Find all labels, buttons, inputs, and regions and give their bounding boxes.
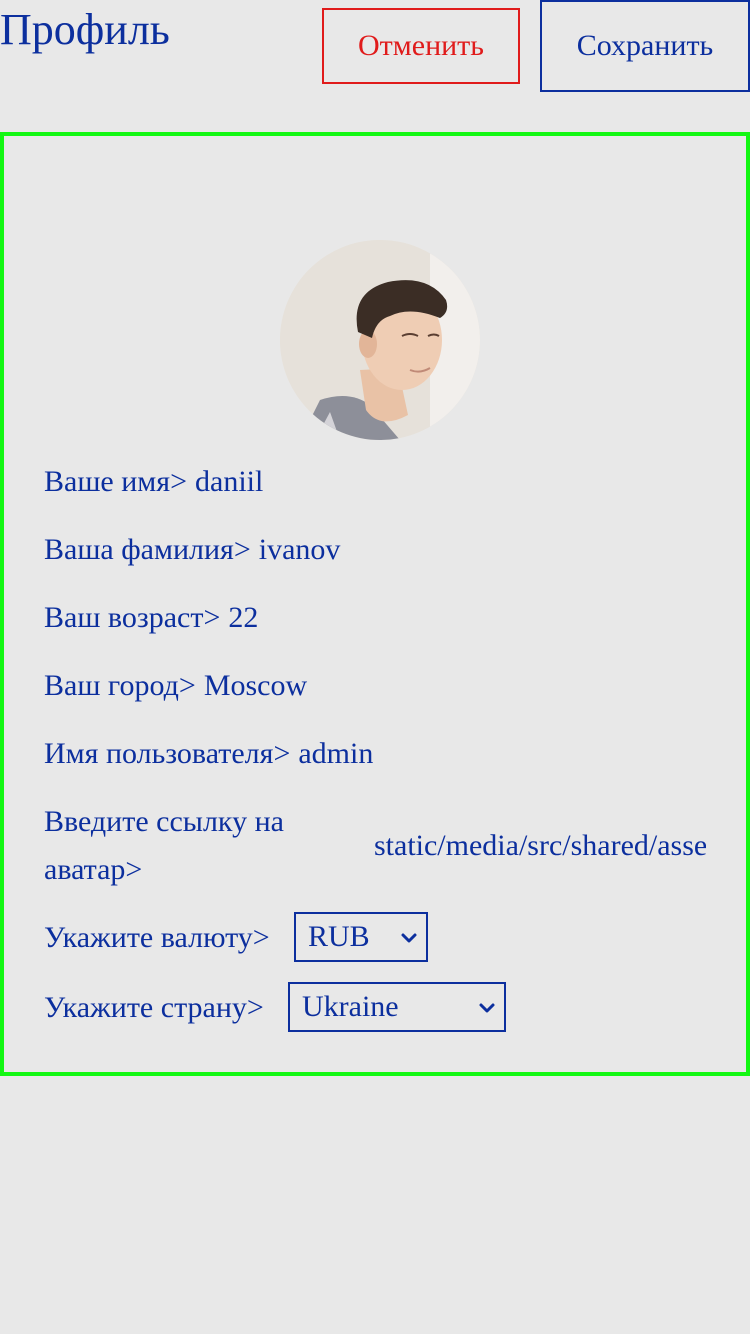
save-button[interactable]: Сохранить <box>540 0 750 92</box>
last-name-row: Ваша фамилия> ivanov <box>44 526 340 574</box>
country-selected-value: Ukraine <box>302 990 399 1023</box>
page-title: Профиль <box>0 5 170 54</box>
last-name-value[interactable]: ivanov <box>259 533 341 566</box>
avatar-image <box>280 240 480 440</box>
top-bar: Профиль Отменить Сохранить <box>0 0 750 110</box>
age-label: Ваш возраст> <box>44 601 221 634</box>
first-name-label: Ваше имя> <box>44 465 187 498</box>
city-label: Ваш город> <box>44 669 196 702</box>
profile-panel: Ваше имя> daniil Ваша фамилия> ivanov Ваш … <box>0 132 750 1076</box>
currency-row: Укажите валюту> <box>44 914 270 962</box>
currency-selected-value: RUB <box>308 920 370 953</box>
avatar <box>280 240 480 440</box>
avatar-link-row: Введите ссылку на аватар> static/media/s… <box>44 798 710 894</box>
chevron-down-icon <box>479 1003 495 1013</box>
first-name-row: Ваше имя> daniil <box>44 458 263 506</box>
username-value[interactable]: admin <box>298 737 373 770</box>
avatar-link-label: Введите ссылку на аватар> <box>44 805 284 886</box>
chevron-down-icon <box>401 933 417 943</box>
avatar-link-input[interactable]: static/media/src/shared/assets <box>374 822 706 870</box>
last-name-label: Ваша фамилия> <box>44 533 251 566</box>
age-value[interactable]: 22 <box>228 601 258 634</box>
first-name-value[interactable]: daniil <box>195 465 263 498</box>
cancel-button[interactable]: Отменить <box>322 8 520 84</box>
age-row: Ваш возраст> 22 <box>44 594 258 642</box>
currency-label: Укажите валюту> <box>44 921 270 954</box>
city-value[interactable]: Moscow <box>204 669 307 702</box>
country-label: Укажите страну> <box>44 991 264 1024</box>
country-select[interactable]: Ukraine <box>288 982 506 1032</box>
currency-select[interactable]: RUB <box>294 912 428 962</box>
country-row: Укажите страну> <box>44 984 264 1032</box>
username-label: Имя пользователя> <box>44 737 291 770</box>
username-row: Имя пользователя> admin <box>44 730 373 778</box>
city-row: Ваш город> Moscow <box>44 662 307 710</box>
